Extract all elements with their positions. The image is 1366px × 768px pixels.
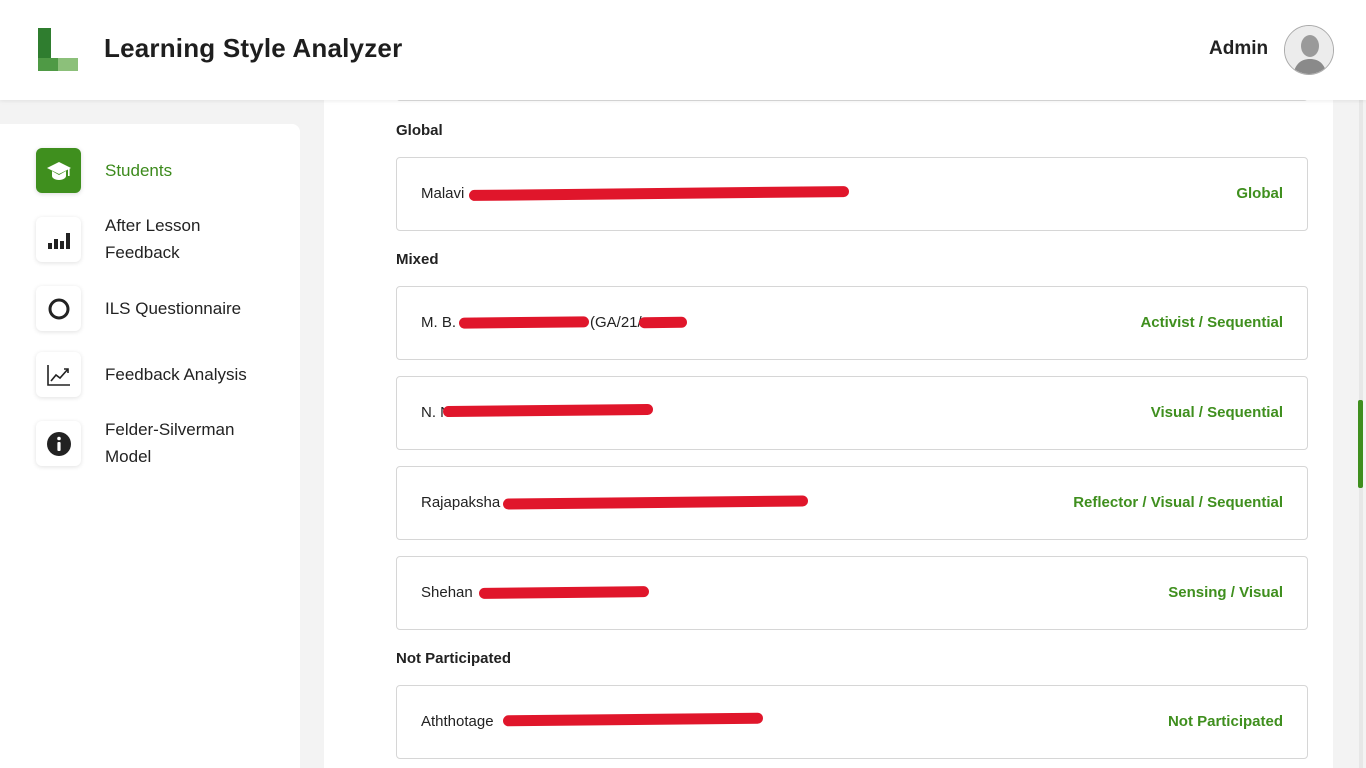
- bar-chart-icon: [47, 232, 70, 249]
- redaction-mark: [442, 403, 654, 418]
- student-card[interactable]: N. N Visual / Sequential: [396, 376, 1308, 450]
- student-card[interactable]: Aththotage Not Participated: [396, 685, 1308, 759]
- user-avatar-icon: [1285, 26, 1333, 74]
- nav-icon-box: [36, 286, 81, 331]
- line-chart-icon: [46, 364, 70, 386]
- group-heading-not-participated: Not Participated: [396, 650, 512, 667]
- sidebar-item-students[interactable]: Students: [0, 148, 300, 194]
- nav-icon-box: [36, 217, 81, 262]
- graduation-cap-icon: [46, 161, 71, 180]
- page-scrollbar[interactable]: [1355, 100, 1366, 768]
- group-heading-global: Global: [396, 122, 443, 139]
- redaction-mark: [638, 316, 688, 329]
- previous-student-card[interactable]: [396, 100, 1308, 101]
- redaction-mark: [502, 495, 809, 510]
- learning-style-label: Activist / Sequential: [1140, 314, 1283, 331]
- learning-style-label: Sensing / Visual: [1168, 584, 1283, 601]
- student-name: Shehan: [421, 584, 473, 601]
- app-title: Learning Style Analyzer: [104, 33, 403, 63]
- user-name[interactable]: Admin: [1209, 38, 1268, 60]
- redaction-mark: [458, 316, 590, 329]
- student-name: Rajapaksha: [421, 494, 501, 511]
- main-content: Global Malavi Global Mixed M. B. (GA/21/…: [324, 100, 1333, 768]
- sidebar-item-label: Feedback Analysis: [105, 365, 247, 384]
- student-name: Aththotage: [421, 713, 494, 730]
- sidebar-item-ils-questionnaire[interactable]: ILS Questionnaire: [0, 286, 300, 332]
- sidebar-item-label: Students: [105, 161, 173, 180]
- student-card[interactable]: Malavi Global: [396, 157, 1308, 231]
- sidebar: Students After Lesson Feedback ILS Quest…: [0, 124, 300, 768]
- student-card[interactable]: Rajapaksha Reflector / Visual / Sequenti…: [396, 466, 1308, 540]
- sidebar-item-label: ILS Questionnaire: [105, 299, 242, 318]
- nav-icon-box: [36, 352, 81, 397]
- learning-style-label: Reflector / Visual / Sequential: [1073, 494, 1283, 511]
- redaction-mark: [502, 712, 764, 727]
- top-header: Learning Style Analyzer Admin: [0, 0, 1366, 100]
- avatar[interactable]: [1284, 25, 1334, 75]
- learning-style-label: Global: [1236, 185, 1283, 202]
- sidebar-item-felder-silverman-model[interactable]: Felder-Silverman Model: [0, 416, 300, 470]
- student-name: Malavi: [421, 185, 465, 202]
- learning-style-label: Not Participated: [1167, 713, 1283, 730]
- app-logo[interactable]: [38, 28, 78, 71]
- learning-style-label: Visual / Sequential: [1150, 404, 1283, 421]
- redaction-mark: [478, 586, 650, 599]
- info-icon: [46, 431, 71, 456]
- student-card[interactable]: M. B. (GA/21/ Activist / Sequential: [396, 286, 1308, 360]
- sidebar-item-label: Felder-Silverman Model: [105, 420, 235, 466]
- nav-icon-box: [36, 148, 81, 193]
- student-card[interactable]: Shehan Sensing / Visual: [396, 556, 1308, 630]
- circle-icon: [48, 298, 69, 319]
- sidebar-item-after-lesson-feedback[interactable]: After Lesson Feedback: [0, 212, 300, 266]
- sidebar-item-feedback-analysis[interactable]: Feedback Analysis: [0, 352, 300, 398]
- sidebar-item-label: After Lesson Feedback: [105, 216, 201, 262]
- scrollbar-thumb[interactable]: [1358, 400, 1363, 488]
- student-id-prefix: (GA/21/: [590, 314, 642, 331]
- logo-bar-corner: [38, 58, 58, 71]
- redaction-mark: [468, 186, 850, 201]
- student-name: M. B.: [421, 314, 457, 331]
- group-heading-mixed: Mixed: [396, 251, 439, 268]
- nav-icon-box: [36, 421, 81, 466]
